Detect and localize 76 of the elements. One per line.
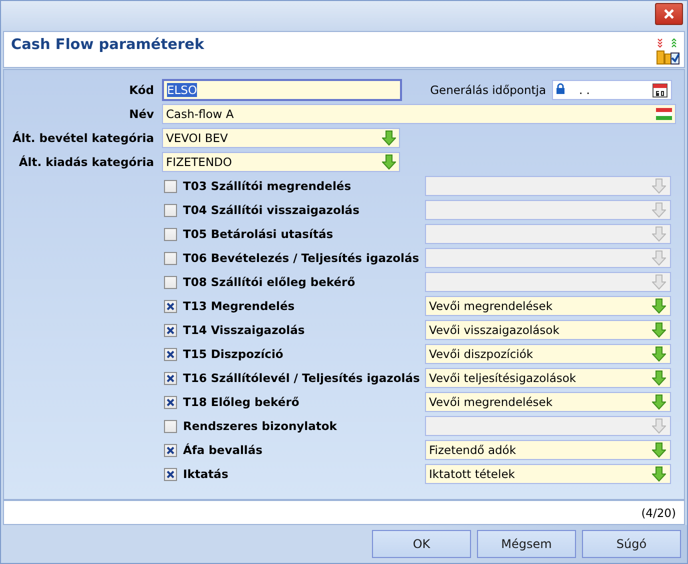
checkmark-icon	[166, 470, 175, 478]
checkbox-label: Áfa bevallás	[183, 443, 264, 457]
field-label: Név	[128, 107, 155, 121]
arrow-down-icon[interactable]	[652, 466, 666, 482]
checkbox-label: T13 Megrendelés	[183, 299, 296, 313]
date-value: . .	[579, 83, 591, 97]
checkbox-label: Iktatás	[183, 467, 230, 481]
checkbox[interactable]	[164, 324, 177, 336]
close-icon	[664, 9, 674, 19]
checkbox[interactable]	[164, 252, 177, 264]
dropdown-field[interactable]: VEVOI BEV	[162, 128, 400, 148]
checkbox[interactable]	[164, 228, 177, 240]
arrow-down-icon[interactable]	[652, 370, 666, 386]
checkbox[interactable]	[164, 300, 177, 312]
checkmark-icon	[166, 302, 175, 310]
checkbox-label: T04 Szállítói visszaigazolás	[183, 203, 360, 217]
arrow-down-icon[interactable]	[382, 130, 396, 146]
dropdown-field[interactable]: Fizetendő adók	[425, 440, 671, 460]
dropdown-field[interactable]: FIZETENDO	[162, 152, 400, 172]
arrow-down-icon[interactable]	[652, 442, 666, 458]
arrow-down-icon[interactable]	[652, 346, 666, 362]
field-label: Kód	[128, 83, 155, 97]
arrow-down-icon[interactable]	[652, 394, 666, 410]
checkbox-label: T05 Betárolási utasítás	[183, 227, 334, 241]
close-button[interactable]	[655, 3, 683, 25]
field-label: Ált. kiadás kategória	[18, 155, 155, 169]
calendar-icon[interactable]	[652, 82, 668, 98]
checkmark-icon	[166, 398, 175, 406]
checkbox-label: T18 Előleg bekérő	[183, 395, 300, 409]
dialog-button[interactable]: Mégsem	[477, 530, 576, 558]
checkbox[interactable]	[164, 204, 177, 216]
name-field[interactable]: Cash-flow A	[162, 104, 676, 124]
code-field[interactable]: ELSO	[162, 79, 402, 101]
dropdown-field[interactable]	[425, 272, 671, 292]
field-label: Ált. bevétel kategória	[12, 131, 155, 145]
checkmark-icon	[166, 374, 175, 382]
dropdown-field[interactable]	[425, 416, 671, 436]
checkbox-label: T06 Bevételezés / Teljesítés igazolás	[183, 251, 420, 265]
field-label: Generálás időpontja	[430, 83, 547, 97]
dropdown-field[interactable]: Vevői teljesítésigazolások	[425, 368, 671, 388]
checkbox-label: Rendszeres bizonylatok	[183, 419, 338, 433]
dropdown-field[interactable]: Iktatott tételek	[425, 464, 671, 484]
record-counter: (4/20)	[641, 506, 676, 520]
checkbox[interactable]	[164, 276, 177, 288]
checkbox[interactable]	[164, 444, 177, 456]
checkbox-label: T08 Szállítói előleg bekérő	[183, 275, 356, 289]
arrow-down-icon[interactable]	[382, 154, 396, 170]
dropdown-field[interactable]: Vevői megrendelések	[425, 392, 671, 412]
dropdown-field[interactable]: Vevői visszaigazolások	[425, 320, 671, 340]
dropdown-field[interactable]	[425, 224, 671, 244]
checkbox[interactable]	[164, 348, 177, 360]
hungarian-flag-icon[interactable]	[656, 108, 672, 120]
checkbox[interactable]	[164, 180, 177, 192]
checkbox[interactable]	[164, 396, 177, 408]
dropdown-field[interactable]	[425, 176, 671, 196]
dropdown-field[interactable]: Vevői diszpozíciók	[425, 344, 671, 364]
checkbox-label: T03 Szállítói megrendelés	[183, 179, 352, 193]
coins-chart-icon	[656, 37, 680, 65]
checkmark-icon	[166, 446, 175, 454]
dropdown-field[interactable]	[425, 200, 671, 220]
checkbox-label: T15 Diszpozíció	[183, 347, 284, 361]
dropdown-field[interactable]: Vevői megrendelések	[425, 296, 671, 316]
checkbox-label: T14 Visszaigazolás	[183, 323, 306, 337]
checkmark-icon	[166, 326, 175, 334]
checkbox[interactable]	[164, 420, 177, 432]
checkbox[interactable]	[164, 468, 177, 480]
dropdown-field[interactable]	[425, 248, 671, 268]
checkbox[interactable]	[164, 372, 177, 384]
arrow-down-icon[interactable]	[652, 322, 666, 338]
dialog-button[interactable]: Súgó	[582, 530, 681, 558]
checkmark-icon	[166, 350, 175, 358]
dialog-button[interactable]: OK	[372, 530, 471, 558]
date-field[interactable]: . .	[552, 80, 672, 100]
dialog-title: Cash Flow paraméterek	[11, 37, 204, 53]
checkbox-label: T16 Szállítólevél / Teljesítés igazolás	[183, 371, 421, 385]
arrow-down-icon[interactable]	[652, 298, 666, 314]
